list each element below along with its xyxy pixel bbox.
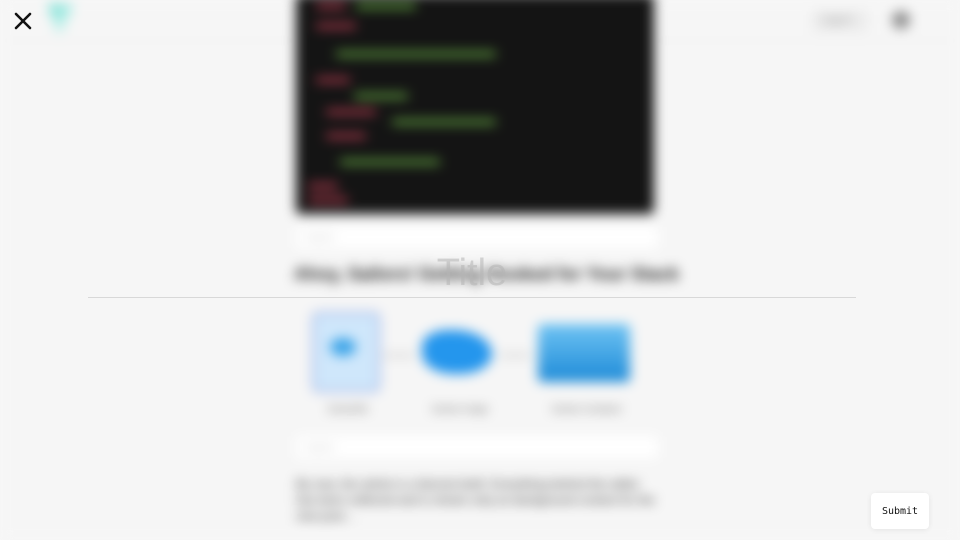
login-label-blurred: Log in	[822, 14, 852, 26]
container-box-icon	[538, 324, 630, 382]
caption-field-blurred	[296, 226, 658, 248]
close-button[interactable]	[10, 8, 36, 34]
close-icon	[14, 12, 32, 30]
caption-field-blurred-2	[296, 436, 658, 458]
arrow-icon	[384, 354, 414, 357]
submit-button[interactable]: Submit	[871, 493, 929, 529]
title-underline	[88, 297, 856, 298]
diagram-label-container: Docker Container	[552, 404, 623, 414]
article-paragraph-blurred: By now, the article is a blurred draft. …	[296, 477, 655, 523]
code-block-blurred	[296, 0, 654, 214]
dockerfile-mark	[330, 338, 356, 356]
arrow-icon	[500, 354, 530, 357]
diagram-label-dockerfile: Dockerfile	[328, 404, 369, 414]
title-input[interactable]: Title	[0, 252, 944, 295]
diagram-label-image: Docker Image	[432, 404, 489, 414]
caption-placeholder-blurred: Caption	[304, 232, 336, 242]
app-logo-icon	[48, 4, 74, 34]
avatar	[892, 11, 910, 29]
caption-placeholder-blurred-2: Caption	[304, 442, 336, 452]
docker-whale-icon	[422, 330, 492, 374]
editor-stage: Log in Caption Ahoy, Sailors! Getting Ho…	[0, 0, 960, 540]
